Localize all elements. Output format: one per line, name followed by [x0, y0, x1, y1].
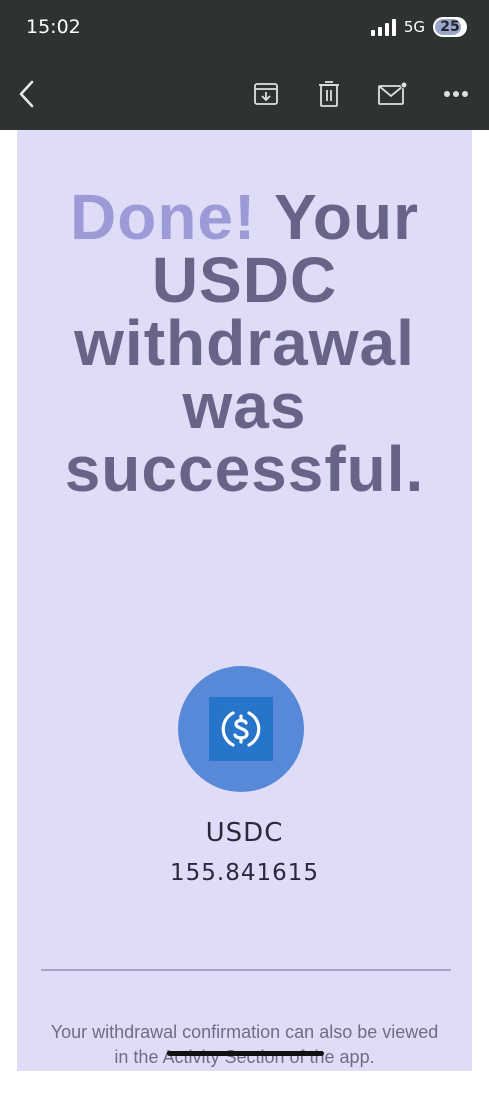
trash-icon[interactable]	[311, 76, 347, 112]
status-time: 15:02	[26, 16, 81, 38]
more-icon[interactable]	[438, 76, 474, 112]
status-indicators: 5G 25	[370, 17, 467, 37]
footer-note: Your withdrawal confirmation can also be…	[50, 1022, 439, 1067]
status-bar: 15:02 5G 25	[0, 0, 489, 58]
token-name: USDC	[205, 818, 284, 848]
battery-level: 25	[440, 19, 460, 35]
withdrawal-amount: 155.841615	[169, 860, 319, 886]
back-icon[interactable]	[10, 76, 46, 112]
signal-icon	[370, 18, 396, 36]
home-indicator[interactable]	[167, 1051, 324, 1056]
battery-icon: 25	[433, 17, 467, 37]
archive-icon[interactable]	[248, 76, 284, 112]
mail-icon[interactable]	[374, 76, 410, 112]
network-type: 5G	[403, 18, 425, 36]
usdc-coin-icon	[178, 666, 304, 792]
email-toolbar	[0, 58, 489, 130]
divider	[41, 969, 451, 971]
success-headline: Done! Your USDC withdrawal was successfu…	[17, 185, 472, 501]
headline-accent: Done!	[70, 181, 257, 253]
email-body: Done! Your USDC withdrawal was successfu…	[17, 130, 472, 1071]
